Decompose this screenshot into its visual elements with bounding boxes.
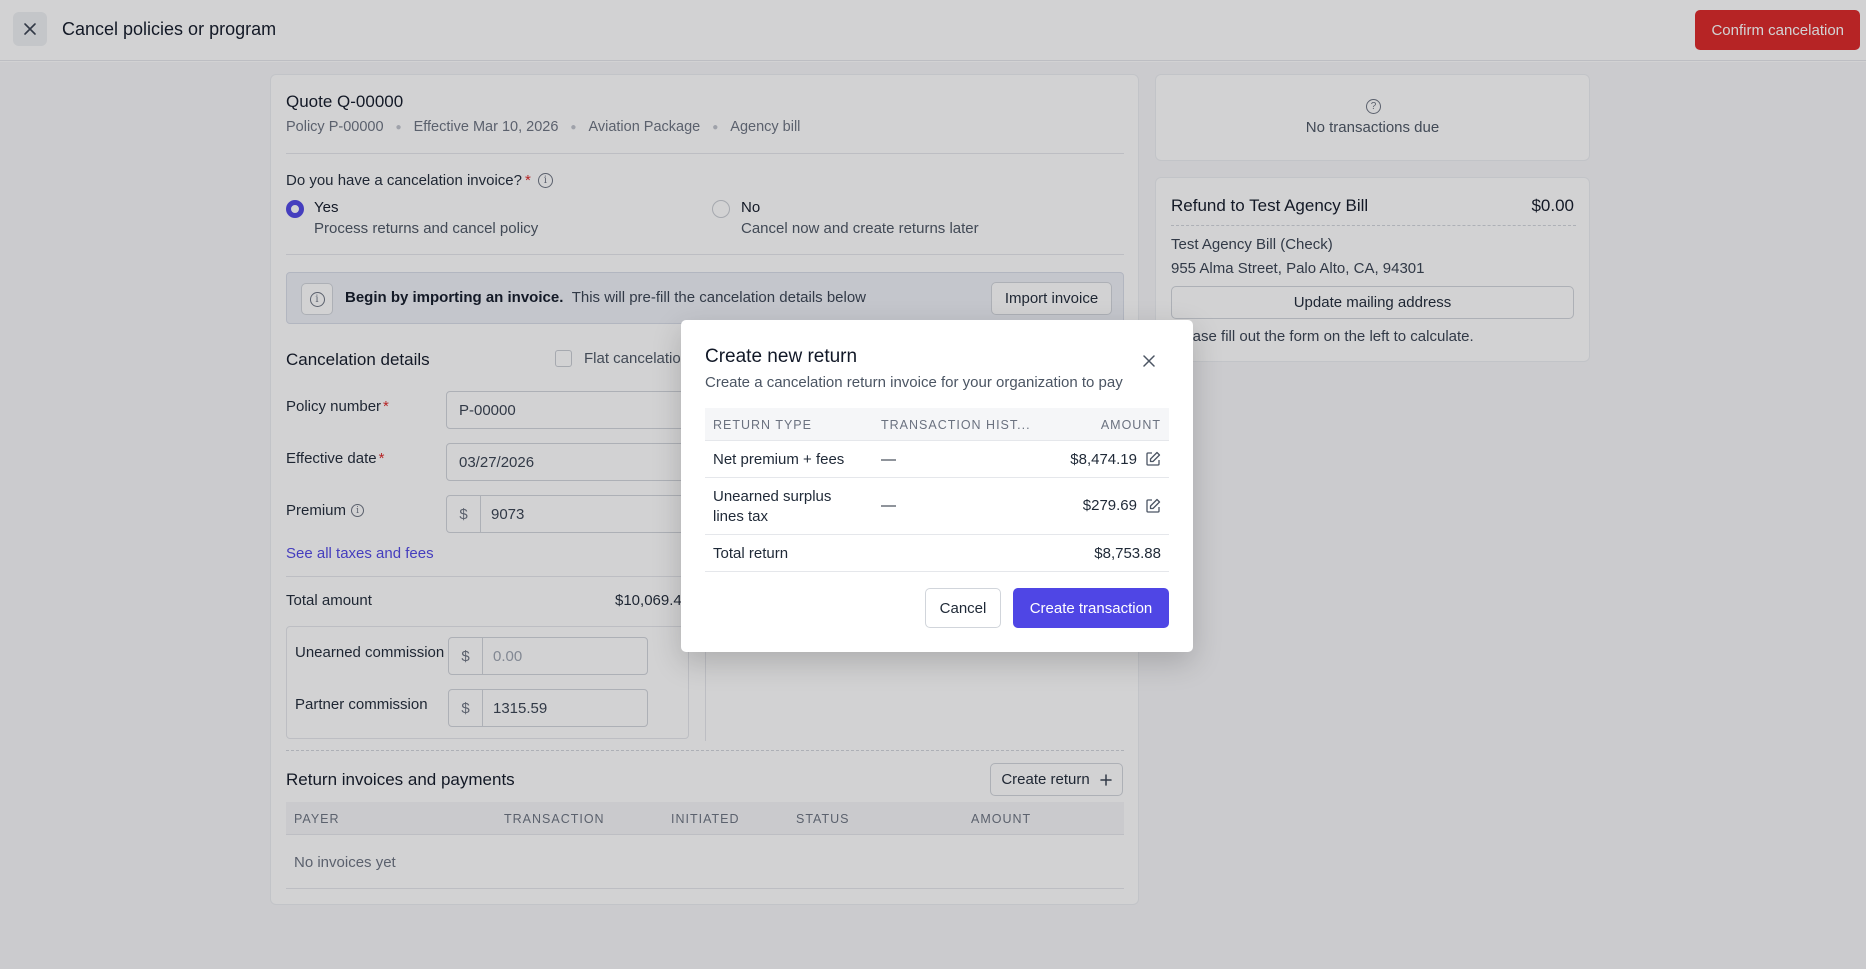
return-type: Net premium + fees: [713, 451, 845, 468]
total-return-label: Total return: [713, 545, 789, 562]
table-header: RETURN TYPE TRANSACTION HIST... AMOUNT: [705, 408, 1169, 441]
returns-preview-table: RETURN TYPE TRANSACTION HIST... AMOUNT N…: [705, 408, 1169, 572]
return-amount: $8,474.19: [1070, 451, 1137, 468]
return-amount: $279.69: [1082, 497, 1137, 514]
table-row: Net premium + fees — $8,474.19: [705, 441, 1169, 478]
return-type: Unearned surplus lines tax: [713, 487, 831, 527]
create-return-modal: Create new return Create a cancelation r…: [681, 320, 1193, 652]
transaction-history: —: [881, 497, 896, 514]
edit-icon[interactable]: [1145, 498, 1161, 514]
modal-subtitle: Create a cancelation return invoice for …: [705, 374, 1123, 391]
return-type-line2: lines tax: [713, 508, 769, 525]
table-row: Unearned surplus lines tax — $279.69: [705, 478, 1169, 535]
transaction-history: —: [881, 451, 896, 468]
return-type-line1: Unearned surplus: [713, 488, 832, 505]
close-icon[interactable]: [1141, 353, 1157, 369]
col-amount: AMOUNT: [1100, 418, 1161, 432]
col-transaction-history: TRANSACTION HIST...: [881, 418, 1031, 432]
col-return-type: RETURN TYPE: [713, 418, 812, 432]
total-row: Total return $8,753.88: [705, 535, 1169, 572]
modal-title: Create new return: [705, 346, 858, 367]
edit-icon[interactable]: [1145, 451, 1161, 467]
cancel-button[interactable]: Cancel: [925, 588, 1001, 628]
total-return-value: $8,753.88: [1094, 545, 1161, 562]
create-transaction-button[interactable]: Create transaction: [1013, 588, 1169, 628]
